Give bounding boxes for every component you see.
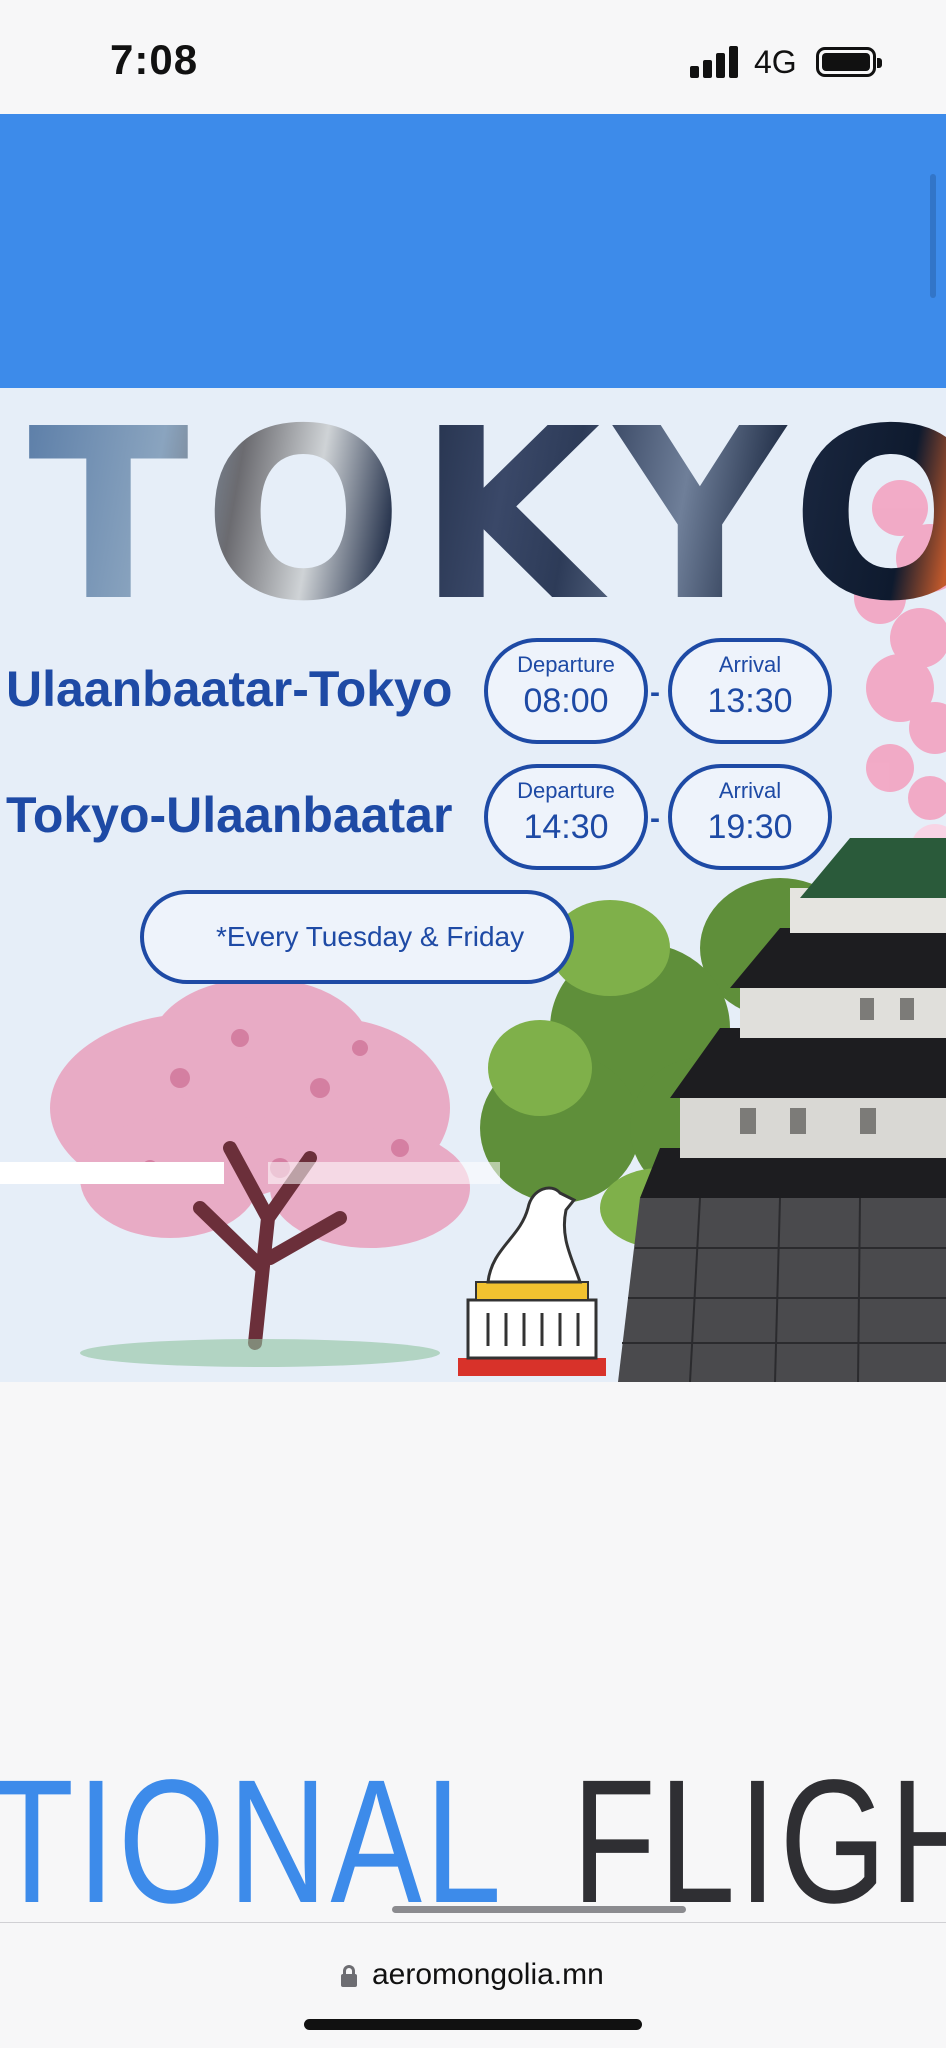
home-indicator[interactable]: [304, 2019, 642, 2030]
arrival-time: 19:30: [707, 808, 793, 846]
departure-label: Departure: [517, 778, 615, 803]
departure-pill: Departure 14:30: [484, 764, 648, 870]
header-banner-band: [0, 114, 946, 388]
banner-title: TOKYO: [28, 398, 946, 634]
lock-icon: [341, 1965, 357, 1987]
browser-address-bar[interactable]: aeromongolia.mn: [0, 1922, 946, 2048]
route-row: Ulaanbaatar-Tokyo Departure 08:00 - Arri…: [0, 638, 946, 748]
route-name: Tokyo-Ulaanbaatar: [6, 787, 453, 843]
departure-pill: Departure 08:00: [484, 638, 648, 744]
battery-icon: [816, 47, 882, 77]
tokyo-flight-banner[interactable]: TOKYO Ulaanbaatar-Tokyo Departure 08:00 …: [0, 388, 946, 1382]
status-bar: 7:08 4G: [0, 0, 946, 114]
departure-label: Departure: [517, 652, 615, 677]
content-divider: [392, 1906, 686, 1913]
time-separator: -: [650, 676, 660, 709]
arrival-label: Arrival: [718, 778, 782, 803]
route-name: Ulaanbaatar-Tokyo: [6, 661, 453, 717]
signal-icon: [690, 46, 738, 78]
schedule-note: *Every Tuesday & Friday: [140, 890, 574, 984]
arrival-label: Arrival: [718, 652, 782, 677]
scrollbar[interactable]: [930, 174, 936, 298]
arrival-pill: Arrival 19:30: [668, 764, 832, 870]
arrival-time: 13:30: [707, 682, 793, 720]
arrival-pill: Arrival 13:30: [668, 638, 832, 744]
slider-indicator[interactable]: [268, 1162, 500, 1184]
section-heading: TIONAL FLIGH: [0, 1754, 946, 1930]
departure-time: 14:30: [523, 808, 609, 846]
url-text[interactable]: aeromongolia.mn: [372, 1958, 604, 1992]
slider-indicator-active[interactable]: [0, 1162, 224, 1184]
departure-time: 08:00: [523, 682, 609, 720]
network-type: 4G: [754, 44, 797, 80]
status-time: 7:08: [110, 36, 199, 83]
screen: 7:08 4G TOKYO Ulaanbaatar-Tokyo Departur…: [0, 0, 946, 2048]
route-row: Tokyo-Ulaanbaatar Departure 14:30 - Arri…: [0, 764, 946, 874]
time-separator: -: [650, 802, 660, 835]
